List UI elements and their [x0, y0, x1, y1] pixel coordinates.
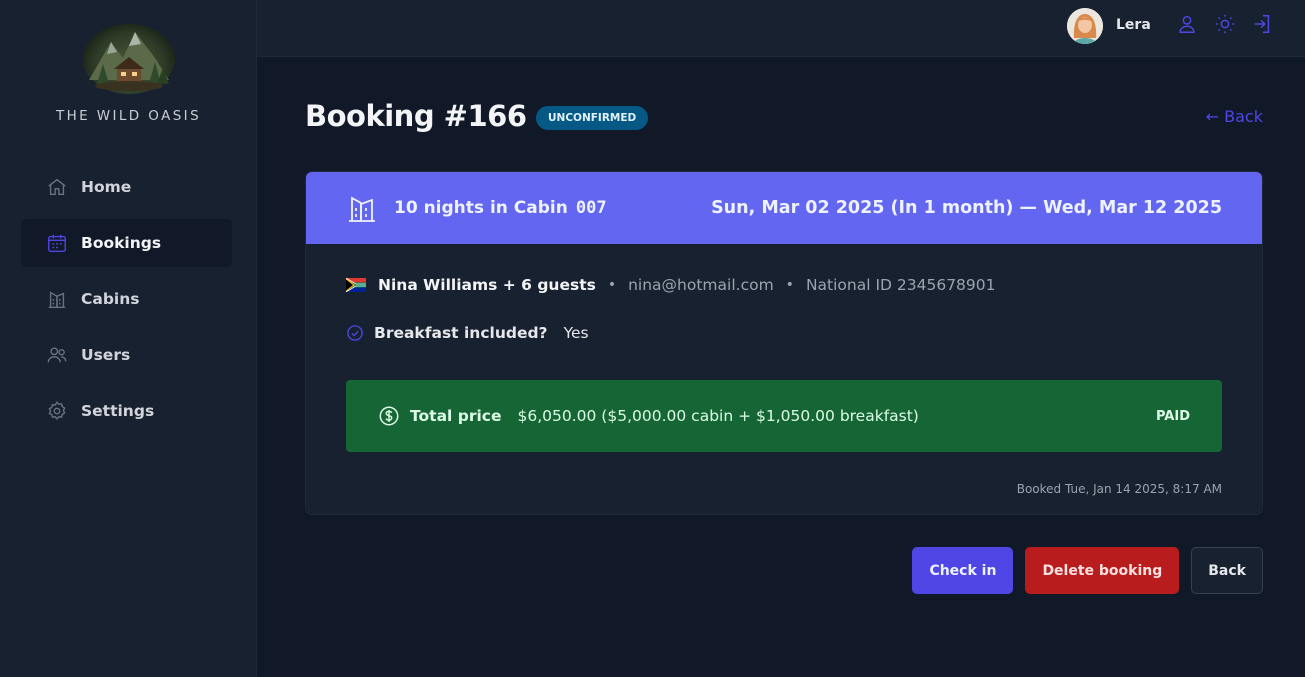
cabins-icon	[46, 288, 68, 310]
sidebar-item-users[interactable]: Users	[21, 331, 232, 379]
home-icon	[46, 176, 68, 198]
logo[interactable]: THE WILD OASIS	[0, 24, 257, 124]
avatar	[1067, 8, 1103, 44]
sidebar-item-label: Settings	[81, 402, 155, 420]
separator-dot: •	[785, 277, 794, 293]
booked-timestamp: Booked Tue, Jan 14 2025, 8:17 AM	[1016, 482, 1222, 496]
guest-info: Nina Williams + 6 guests • nina@hotmail.…	[345, 276, 996, 294]
price-box: Total price $6,050.00 ($5,000.00 cabin +…	[346, 380, 1222, 452]
top-header: Lera	[257, 0, 1305, 57]
cabin-code: 007	[575, 198, 607, 218]
back-button[interactable]: Back	[1191, 547, 1263, 594]
delete-booking-button[interactable]: Delete booking	[1025, 547, 1180, 594]
users-icon	[46, 344, 68, 366]
breakfast-value: Yes	[563, 324, 589, 342]
user-name: Lera	[1116, 17, 1151, 33]
booking-detail-card: 10 nights in Cabin 007 Sun, Mar 02 2025 …	[305, 171, 1263, 515]
flag-icon	[345, 277, 366, 293]
cabins-icon	[346, 192, 378, 224]
nights-text: 10 nights in Cabin	[394, 198, 568, 218]
paid-status: Paid	[1155, 408, 1190, 424]
logo-image	[82, 24, 175, 94]
check-circle-icon	[346, 324, 364, 342]
main-content: Booking #166 unconfirmed ← Back 10 night…	[257, 57, 1305, 677]
calendar-icon	[46, 232, 68, 254]
guest-email: nina@hotmail.com	[628, 276, 774, 294]
price-value: $6,050.00 ($5,000.00 cabin + $1,050.00 b…	[517, 407, 919, 425]
national-id: National ID 2345678901	[805, 276, 996, 294]
sidebar-item-cabins[interactable]: Cabins	[21, 275, 232, 323]
guest-name: Nina Williams + 6 guests	[378, 276, 596, 294]
back-link[interactable]: ← Back	[1206, 107, 1263, 126]
sidebar-item-label: Home	[81, 178, 132, 196]
price-label: Total price	[410, 407, 502, 425]
sidebar-item-label: Bookings	[81, 234, 162, 252]
main-nav: Home Bookings Cabins Users Settings	[21, 163, 232, 443]
check-in-button[interactable]: Check in	[912, 547, 1014, 594]
user-icon	[1176, 13, 1198, 39]
sidebar-item-bookings[interactable]: Bookings	[21, 219, 232, 267]
breakfast-info: Breakfast included? Yes	[346, 324, 589, 342]
status-badge: unconfirmed	[536, 106, 649, 130]
breakfast-label: Breakfast included?	[374, 324, 548, 342]
separator-dot: •	[607, 277, 617, 293]
page-title: Booking #166	[305, 99, 527, 133]
logout-icon	[1251, 13, 1273, 39]
gear-icon	[46, 400, 68, 422]
sidebar: THE WILD OASIS Home Bookings Cabins User…	[0, 0, 257, 677]
sidebar-item-label: Cabins	[81, 290, 140, 308]
sidebar-item-home[interactable]: Home	[21, 163, 232, 211]
booking-dates: Sun, Mar 02 2025 (In 1 month) — Wed, Mar…	[711, 198, 1222, 218]
dollar-icon	[378, 405, 400, 427]
action-buttons: Check in Delete booking Back	[912, 547, 1263, 594]
logout-button[interactable]	[1250, 14, 1274, 38]
account-button[interactable]	[1175, 14, 1199, 38]
dark-mode-toggle[interactable]	[1213, 14, 1237, 38]
booking-header-band: 10 nights in Cabin 007 Sun, Mar 02 2025 …	[306, 172, 1262, 244]
sidebar-item-settings[interactable]: Settings	[21, 387, 232, 435]
brand-name: THE WILD OASIS	[55, 108, 202, 124]
sidebar-item-label: Users	[81, 346, 131, 364]
sun-icon	[1214, 13, 1236, 39]
